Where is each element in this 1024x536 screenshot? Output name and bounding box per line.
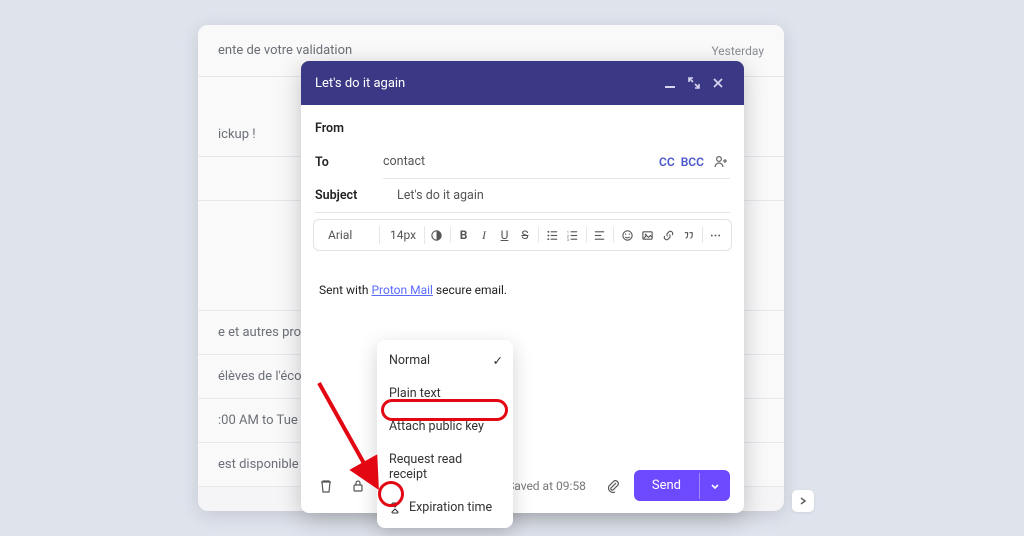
color-icon[interactable]	[427, 224, 445, 246]
strike-button[interactable]: S	[516, 224, 534, 246]
to-label: To	[315, 155, 383, 170]
emoji-icon[interactable]	[618, 224, 636, 246]
mail-subject: est disponible	[218, 457, 299, 472]
composer-window: Let's do it again From contact To CC BCC	[301, 61, 744, 513]
italic-button[interactable]: I	[475, 224, 493, 246]
mail-time: Yesterday	[711, 44, 764, 58]
mail-subject: élèves de l'éco	[218, 369, 302, 384]
from-row[interactable]: From	[315, 111, 730, 145]
font-select[interactable]: Arial	[320, 226, 380, 244]
cc-button[interactable]: CC	[659, 155, 675, 169]
image-icon[interactable]	[638, 224, 656, 246]
composer-header: Let's do it again	[301, 61, 744, 105]
menu-item-expiration[interactable]: Expiration time	[377, 491, 513, 524]
lock-icon[interactable]	[347, 475, 369, 497]
trash-icon[interactable]	[315, 475, 337, 497]
more-options-menu: Normal ✓ Plain text Attach public key Re…	[377, 340, 513, 528]
subject-row[interactable]: Subject Let's do it again	[315, 179, 730, 213]
menu-item-attach-key[interactable]: Attach public key	[377, 410, 513, 443]
composer-fields: From contact To CC BCC Subject Let's do …	[301, 105, 744, 213]
expand-button[interactable]	[682, 71, 706, 95]
mail-subject: :00 AM to Tue	[218, 413, 298, 428]
composer-title: Let's do it again	[315, 76, 658, 91]
more-format-icon[interactable]	[707, 224, 725, 246]
mail-subject: ickup !	[218, 127, 256, 142]
attachment-icon[interactable]	[602, 475, 624, 497]
unordered-list-icon[interactable]	[543, 224, 561, 246]
composer-body[interactable]: Sent with Proton Mail secure email.	[301, 251, 744, 460]
font-size-select[interactable]: 14px	[382, 226, 425, 244]
hourglass-icon	[389, 501, 403, 515]
link-icon[interactable]	[659, 224, 677, 246]
align-icon[interactable]	[591, 224, 609, 246]
from-label: From	[315, 121, 383, 136]
ordered-list-icon[interactable]: 123	[563, 224, 581, 246]
underline-button[interactable]: U	[495, 224, 513, 246]
mail-subject: e et autres pro	[218, 325, 301, 340]
svg-text:3: 3	[567, 238, 569, 242]
composer-footer: Saved at 09:58 Send	[301, 460, 744, 513]
side-panel-toggle[interactable]	[792, 490, 814, 512]
menu-item-normal[interactable]: Normal ✓	[377, 344, 513, 377]
bold-button[interactable]: B	[454, 224, 472, 246]
close-button[interactable]	[706, 71, 730, 95]
bcc-button[interactable]: BCC	[681, 155, 704, 169]
menu-item-plaintext[interactable]: Plain text	[377, 377, 513, 410]
minimize-button[interactable]	[658, 71, 682, 95]
send-button[interactable]: Send	[634, 470, 730, 501]
mail-subject: ente de votre validation	[218, 43, 352, 58]
subject-label: Subject	[315, 188, 383, 203]
quote-icon[interactable]	[679, 224, 697, 246]
proton-link[interactable]: Proton Mail	[371, 283, 432, 297]
check-icon: ✓	[493, 353, 503, 369]
contacts-icon[interactable]	[712, 153, 730, 171]
format-toolbar: Arial 14px B I U S 123	[313, 219, 732, 251]
signature: Sent with Proton Mail secure email.	[319, 283, 726, 297]
send-label: Send	[634, 470, 699, 501]
saved-label: Saved at 09:58	[507, 479, 586, 493]
menu-item-read-receipt[interactable]: Request read receipt	[377, 443, 513, 491]
send-caret[interactable]	[699, 473, 730, 499]
subject-value[interactable]: Let's do it again	[383, 188, 730, 203]
